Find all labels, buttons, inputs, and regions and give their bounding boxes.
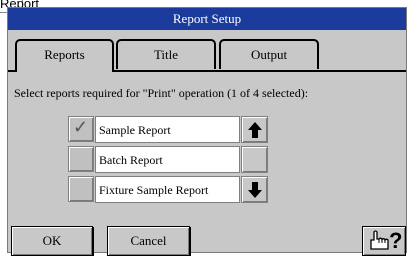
report-item-label[interactable]: Sample Report <box>95 116 240 143</box>
fixture-sample-report-checkbox[interactable] <box>68 176 94 202</box>
dialog-title: Report Setup <box>8 8 406 30</box>
tab-title[interactable]: Title <box>116 39 216 69</box>
scrollbar-track[interactable] <box>241 146 268 173</box>
ok-button[interactable]: OK <box>11 226 93 256</box>
selection-prompt: Select reports required for "Print" oper… <box>14 86 309 100</box>
scroll-up-button[interactable] <box>241 116 268 143</box>
checkmark-icon: ✓ <box>73 117 89 137</box>
tab-output[interactable]: Output <box>219 39 319 69</box>
scroll-down-button[interactable] <box>241 176 268 203</box>
arrow-up-icon <box>247 122 262 138</box>
sample-report-checkbox[interactable]: ✓ <box>68 116 94 142</box>
report-setup-dialog: Report Setup Reports Title Output Select… <box>7 7 407 256</box>
report-item-label[interactable]: Batch Report <box>95 146 240 173</box>
arrow-down-icon <box>247 182 262 198</box>
report-item-label[interactable]: Fixture Sample Report <box>95 176 240 203</box>
tab-reports[interactable]: Reports <box>15 39 114 72</box>
help-question-mark: ? <box>389 228 403 253</box>
batch-report-checkbox[interactable] <box>68 146 94 172</box>
cancel-button[interactable]: Cancel <box>107 226 190 256</box>
help-button[interactable]: ? <box>362 226 406 256</box>
